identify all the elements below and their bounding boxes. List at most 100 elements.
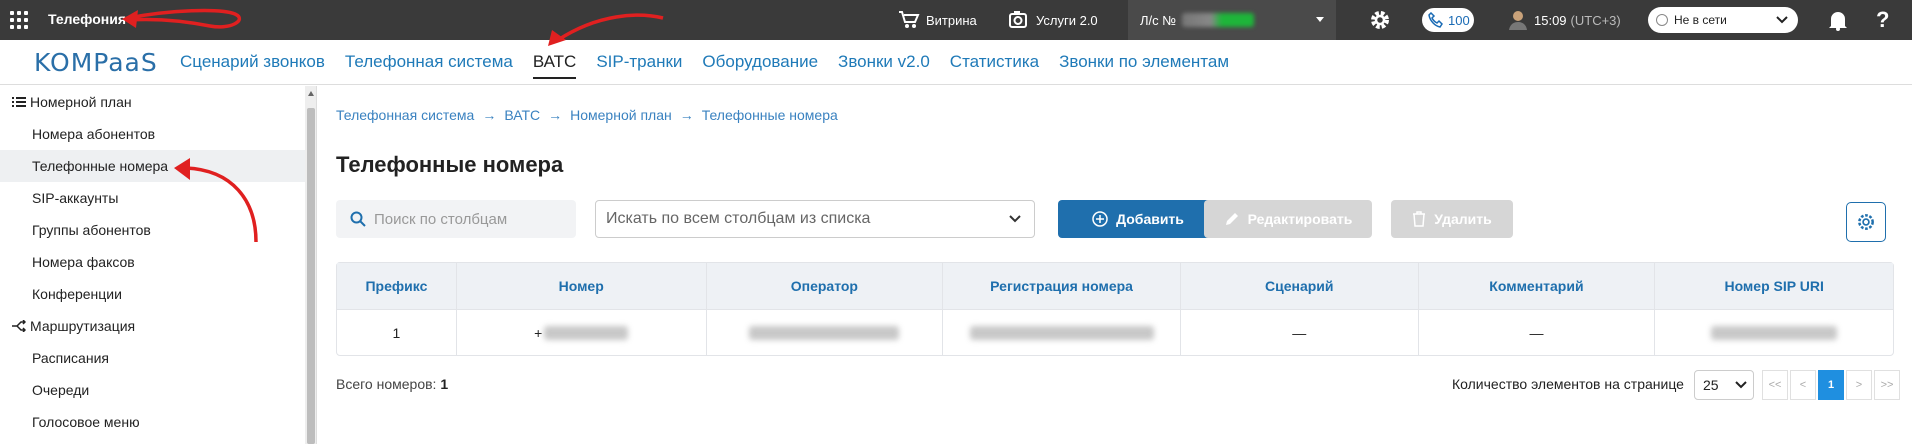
breadcrumb: Телефонная система → ВАТС → Номерной пла… <box>336 107 838 123</box>
help-button[interactable]: ? <box>1876 0 1889 40</box>
number-plus: + <box>534 324 543 341</box>
logo[interactable]: KOMPaaS <box>34 48 158 77</box>
add-button[interactable]: Добавить <box>1058 200 1218 238</box>
user-clock: 15:09 (UTC+3) <box>1508 0 1621 40</box>
edit-button-label: Редактировать <box>1247 211 1353 227</box>
cell-operator <box>707 310 944 355</box>
search-input[interactable] <box>374 210 564 228</box>
services-label: Услуги 2.0 <box>1036 12 1098 28</box>
account-label: Л/с № <box>1140 12 1177 28</box>
sidebar-item-subscriber-numbers[interactable]: Номера абонентов <box>0 118 305 150</box>
page-first-button[interactable]: << <box>1762 370 1788 400</box>
sidebar-item-voice-menu[interactable]: Голосовое меню <box>0 406 305 438</box>
showcase-link[interactable]: Витрина <box>898 0 977 40</box>
notifications-button[interactable] <box>1828 0 1854 40</box>
tab-vats[interactable]: ВАТС <box>532 52 577 79</box>
cell-registration <box>943 310 1181 355</box>
sidebar-item-fax-numbers[interactable]: Номера факсов <box>0 246 305 278</box>
column-filter-placeholder: Искать по всем столбцам из списка <box>606 210 871 227</box>
sidebar-item-number-plan[interactable]: Номерной план <box>0 86 305 118</box>
list-icon <box>12 97 26 107</box>
scroll-up-icon[interactable] <box>308 91 314 96</box>
sip-uri-redacted <box>1711 325 1838 340</box>
page-button[interactable]: 1 <box>1818 370 1844 400</box>
tab-calls-by-elements[interactable]: Звонки по элементам <box>1059 52 1229 79</box>
search-field[interactable] <box>336 200 576 238</box>
breadcrumb-item[interactable]: Телефонная система <box>336 107 474 123</box>
sidebar-item-label: Маршрутизация <box>30 318 136 334</box>
per-page-label: Количество элементов на странице <box>1452 376 1684 392</box>
column-filter-select[interactable]: Искать по всем столбцам из списка <box>595 200 1035 238</box>
total-value: 1 <box>440 376 449 392</box>
column-header-number[interactable]: Номер <box>457 263 707 309</box>
sidebar-item-conferences[interactable]: Конференции <box>0 278 305 310</box>
tab-calls-v2[interactable]: Звонки v2.0 <box>838 52 930 79</box>
clock-time: 15:09 <box>1534 12 1567 28</box>
cell-sip-uri <box>1655 310 1893 355</box>
page-title: Телефонные номера <box>336 152 564 177</box>
cell-prefix: 1 <box>337 310 457 355</box>
add-button-label: Добавить <box>1116 211 1184 227</box>
page-next-button[interactable]: > <box>1846 370 1872 400</box>
page-last-button[interactable]: >> <box>1874 370 1900 400</box>
sidebar-scrollbar[interactable] <box>305 86 317 444</box>
account-number-redacted <box>1182 13 1255 27</box>
column-header-operator[interactable]: Оператор <box>707 263 944 309</box>
sidebar-item-sip-accounts[interactable]: SIP-аккаунты <box>0 182 305 214</box>
tab-statistics[interactable]: Статистика <box>950 52 1039 79</box>
arrow-right-icon: → <box>548 107 563 123</box>
table-settings-button[interactable] <box>1846 202 1886 242</box>
main-nav: KOMPaaS Сценарий звонков Телефонная сист… <box>0 40 1912 85</box>
chevron-down-icon <box>1316 17 1324 22</box>
showcase-label: Витрина <box>926 12 977 28</box>
breadcrumb-item[interactable]: ВАТС <box>504 107 540 123</box>
tab-sip-trunks[interactable]: SIP-транки <box>596 52 682 79</box>
app-title[interactable]: Телефония <box>48 11 126 27</box>
table-header: Префикс Номер Оператор Регистрация номер… <box>337 263 1893 309</box>
table-row[interactable]: 1 + — — <box>337 309 1893 355</box>
sidebar-item-label: Конференции <box>32 286 122 302</box>
page-prev-button[interactable]: < <box>1790 370 1816 400</box>
number-redacted <box>544 325 629 340</box>
chevron-down-icon <box>1776 16 1788 24</box>
column-header-registration[interactable]: Регистрация номера <box>943 263 1181 309</box>
delete-button[interactable]: Удалить <box>1391 200 1513 238</box>
user-avatar-icon <box>1509 11 1527 30</box>
column-header-sip-uri[interactable]: Номер SIP URI <box>1655 263 1893 309</box>
breadcrumb-item[interactable]: Телефонные номера <box>702 107 838 123</box>
tab-call-scenario[interactable]: Сценарий звонков <box>180 52 325 79</box>
scrollbar-thumb[interactable] <box>307 108 315 444</box>
chevron-down-icon <box>1009 215 1021 223</box>
column-header-prefix[interactable]: Префикс <box>337 263 457 309</box>
question-icon: ? <box>1876 7 1890 32</box>
account-selector[interactable]: Л/с № <box>1128 0 1336 40</box>
cell-comment: — <box>1419 310 1656 355</box>
settings-button[interactable] <box>1368 0 1398 40</box>
chevron-down-icon <box>1735 381 1747 389</box>
services-link[interactable]: Услуги 2.0 <box>1008 0 1098 40</box>
breadcrumb-item[interactable]: Номерной план <box>570 107 672 123</box>
column-header-scenario[interactable]: Сценарий <box>1181 263 1419 309</box>
per-page-value: 25 <box>1703 377 1719 393</box>
per-page-select[interactable]: 25 <box>1694 370 1754 400</box>
tab-equipment[interactable]: Оборудование <box>702 52 818 79</box>
sidebar-item-routing[interactable]: Маршрутизация <box>0 310 305 342</box>
status-select[interactable]: Не в сети <box>1648 7 1798 33</box>
column-header-comment[interactable]: Комментарий <box>1419 263 1656 309</box>
operator-redacted <box>749 325 900 340</box>
tab-phone-system[interactable]: Телефонная система <box>345 52 513 79</box>
search-icon <box>350 211 366 227</box>
sidebar-item-subscriber-groups[interactable]: Группы абонентов <box>0 214 305 246</box>
calls-count: 100 <box>1448 12 1470 28</box>
gear-icon <box>1371 11 1389 29</box>
edit-button[interactable]: Редактировать <box>1204 200 1372 238</box>
sidebar-item-label: Номерной план <box>30 94 132 110</box>
calls-counter-button[interactable]: 100 <box>1422 8 1474 32</box>
sidebar-item-phone-numbers[interactable]: Телефонные номера <box>0 150 305 182</box>
status-value: Не в сети <box>1674 13 1727 27</box>
registration-redacted <box>969 325 1154 340</box>
sidebar-item-queues[interactable]: Очереди <box>0 374 305 406</box>
sidebar-item-schedules[interactable]: Расписания <box>0 342 305 374</box>
delete-button-label: Удалить <box>1434 211 1492 227</box>
apps-grid-icon[interactable] <box>10 11 28 29</box>
